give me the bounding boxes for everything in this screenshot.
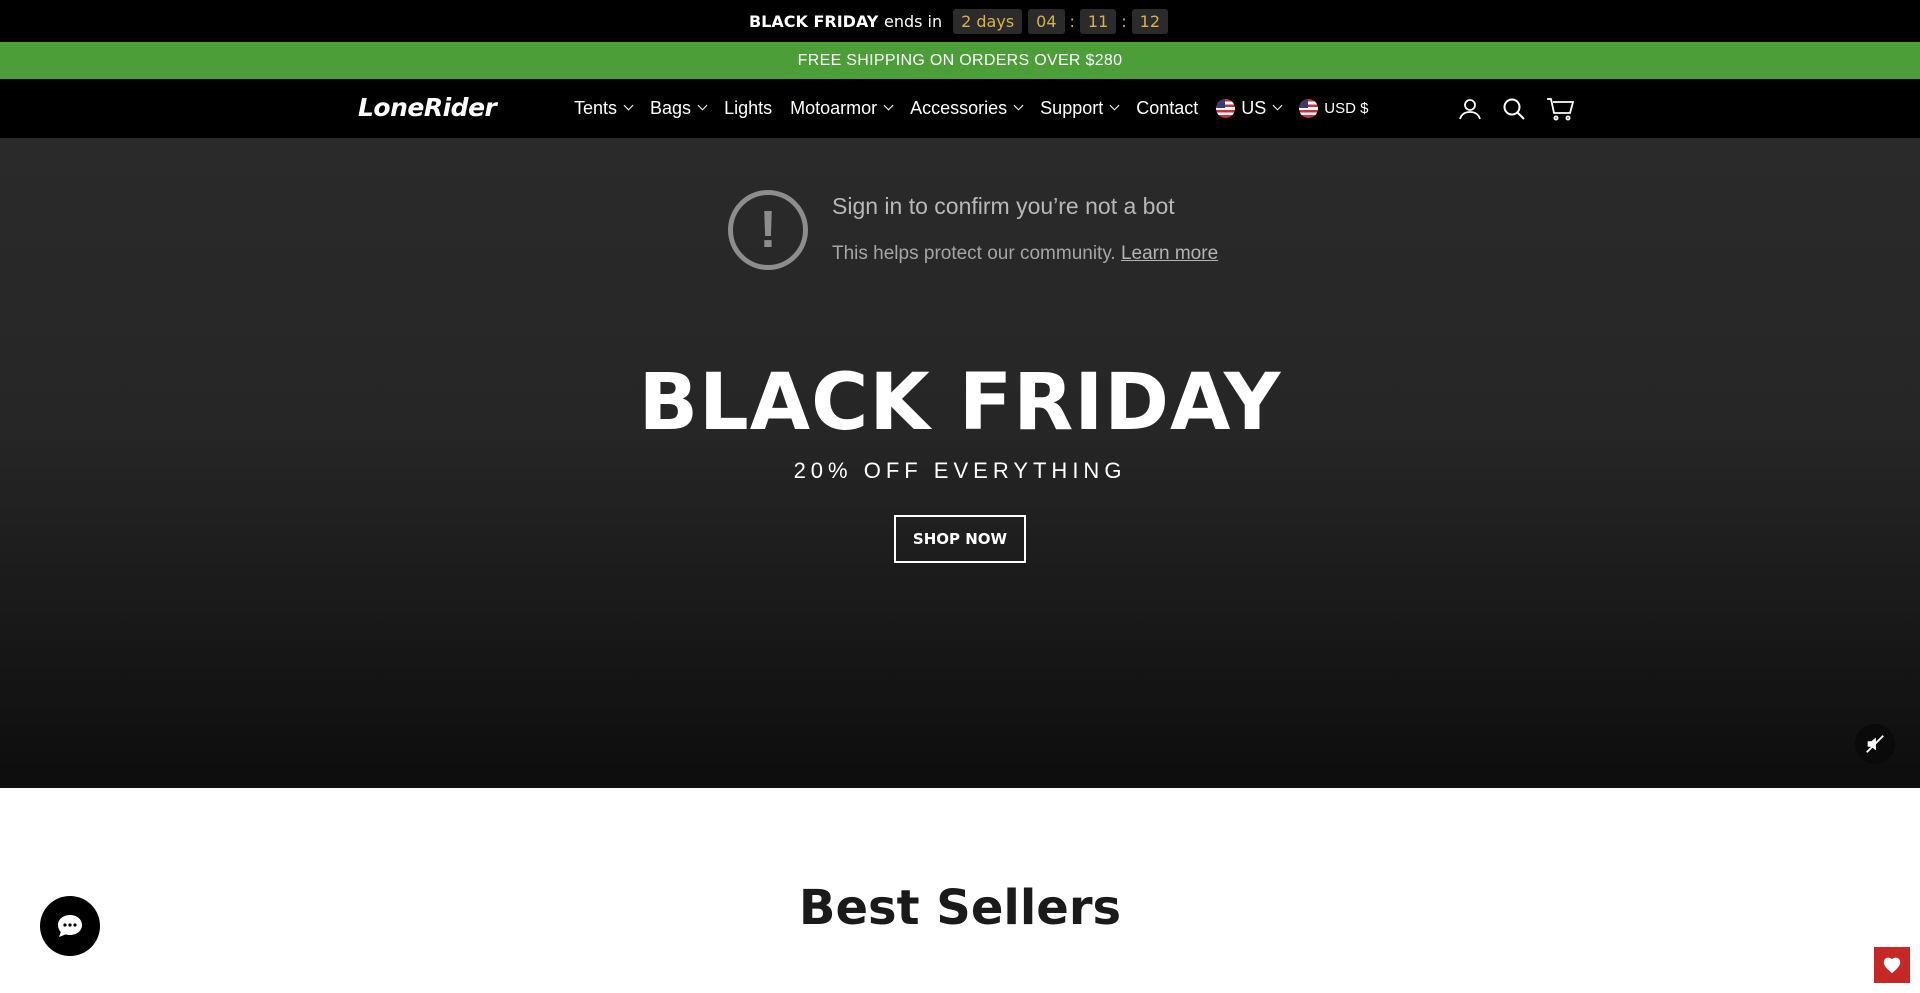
- bot-notice-text: This helps protect our community. Learn …: [832, 243, 1218, 265]
- wishlist-button[interactable]: [1874, 947, 1910, 983]
- best-sellers-heading: Best Sellers: [798, 880, 1122, 936]
- account-icon[interactable]: [1458, 97, 1482, 121]
- shipping-banner[interactable]: FREE SHIPPING ON ORDERS OVER $280: [0, 42, 1920, 79]
- us-flag-icon: [1299, 99, 1319, 118]
- nav-item-label: Lights: [724, 98, 773, 118]
- countdown-label-rest: ends in: [883, 11, 943, 31]
- site-logo[interactable]: LoneRider: [358, 93, 497, 122]
- countdown-hours: 04: [1028, 8, 1065, 34]
- nav-item-lights[interactable]: Lights: [724, 98, 772, 119]
- nav-item-support[interactable]: Support: [1040, 98, 1120, 119]
- header-icons: [1438, 79, 1574, 138]
- site-header: LoneRider Tents Bags Lights Motoarmor Ac…: [0, 79, 1920, 138]
- nav-item-label: Bags: [650, 98, 692, 118]
- countdown-label-bold: BLACK FRIDAY: [748, 11, 879, 31]
- nav-item-contact[interactable]: Contact: [1136, 98, 1198, 119]
- warning-icon: !: [728, 190, 808, 270]
- nav-item-label: Support: [1040, 98, 1104, 118]
- heart-icon: [1883, 957, 1901, 974]
- chevron-down-icon: [697, 100, 708, 111]
- chevron-down-icon: [1272, 100, 1283, 111]
- chevron-down-icon: [883, 100, 894, 111]
- countdown-separator: :: [1069, 11, 1075, 31]
- bot-notice-desc: This helps protect our community.: [832, 243, 1116, 264]
- chevron-down-icon: [623, 100, 634, 111]
- search-icon[interactable]: [1502, 97, 1526, 121]
- currency-selector[interactable]: USD $: [1299, 99, 1368, 118]
- main-nav: Tents Bags Lights Motoarmor Accessories …: [574, 79, 1386, 138]
- countdown-minutes: 11: [1079, 8, 1117, 34]
- chat-widget-button[interactable]: [40, 896, 100, 956]
- nav-item-label: Tents: [574, 98, 618, 118]
- mute-button[interactable]: [1855, 724, 1895, 764]
- chevron-down-icon: [1013, 100, 1024, 111]
- nav-item-bags[interactable]: Bags: [650, 98, 708, 119]
- nav-item-accessories[interactable]: Accessories: [910, 98, 1024, 119]
- countdown-label: BLACK FRIDAY ends in: [749, 12, 942, 31]
- us-flag-icon: [1216, 99, 1236, 118]
- chevron-down-icon: [1109, 100, 1120, 111]
- hero-banner: ! Sign in to confirm you’re not a bot Th…: [0, 138, 1920, 788]
- cart-icon[interactable]: [1546, 97, 1574, 121]
- chat-bubble-icon: [58, 915, 82, 937]
- shop-now-button[interactable]: SHOP NOW: [894, 515, 1026, 563]
- nav-item-label: Contact: [1136, 98, 1199, 118]
- countdown-days: 2 days: [953, 8, 1023, 34]
- country-selector[interactable]: US: [1216, 98, 1283, 119]
- hero-title: BLACK FRIDAY: [638, 358, 1282, 448]
- countdown-seconds: 12: [1131, 8, 1169, 34]
- learn-more-link[interactable]: Learn more: [1121, 243, 1218, 264]
- bot-notice-title: Sign in to confirm you’re not a bot: [832, 193, 1175, 219]
- nav-item-label: Accessories: [910, 98, 1008, 118]
- nav-item-motoarmor[interactable]: Motoarmor: [790, 98, 894, 119]
- shipping-banner-text: FREE SHIPPING ON ORDERS OVER $280: [797, 51, 1123, 69]
- muted-speaker-icon: [1866, 735, 1884, 753]
- country-label: US: [1241, 98, 1267, 118]
- countdown-separator: :: [1121, 11, 1127, 31]
- countdown-bar: BLACK FRIDAY ends in 2 days 04 : 11 : 12: [0, 0, 1920, 42]
- currency-label: USD $: [1324, 100, 1369, 117]
- nav-item-label: Motoarmor: [790, 98, 878, 118]
- nav-item-tents[interactable]: Tents: [574, 98, 634, 119]
- hero-subtitle: 20% OFF EVERYTHING: [793, 458, 1127, 483]
